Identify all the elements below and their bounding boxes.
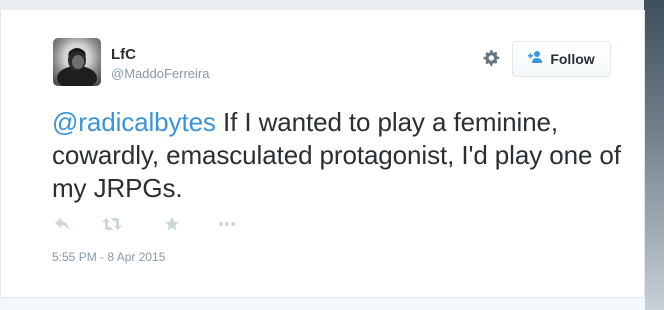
follow-label: Follow: [550, 51, 595, 67]
background-edge: [644, 0, 664, 310]
retweet-icon[interactable]: [102, 214, 122, 234]
reply-area: [0, 297, 645, 310]
tweet-actions: [52, 214, 237, 234]
avatar[interactable]: [53, 38, 101, 86]
timestamp[interactable]: 5:55 PM - 8 Apr 2015: [52, 250, 165, 264]
follow-button[interactable]: Follow: [512, 41, 611, 77]
reply-icon[interactable]: [52, 214, 72, 234]
add-user-icon: [528, 50, 544, 69]
gear-icon[interactable]: [480, 47, 502, 69]
more-icon[interactable]: [217, 214, 237, 234]
user-name[interactable]: LfC: [111, 46, 136, 63]
mention-link[interactable]: @radicalbytes: [52, 107, 216, 137]
user-handle[interactable]: @MaddoFerreira: [111, 66, 209, 81]
tweet-text: @radicalbytes If I wanted to play a femi…: [52, 106, 642, 205]
star-icon[interactable]: [162, 214, 182, 234]
